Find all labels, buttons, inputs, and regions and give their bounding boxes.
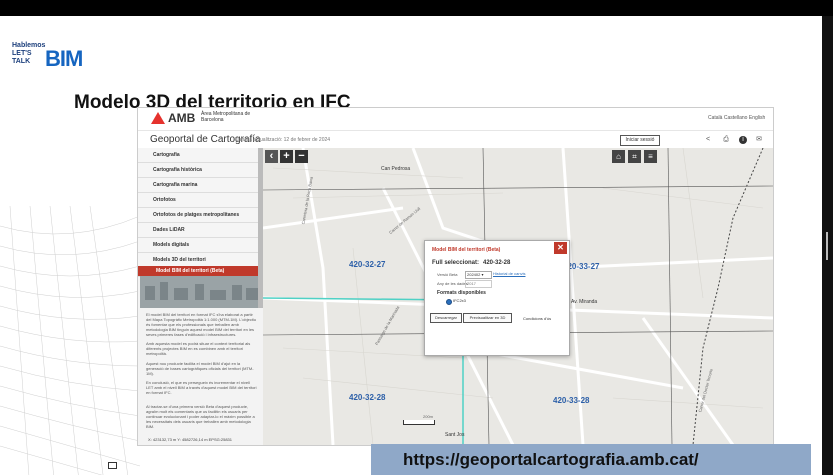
bim-download-dialog: Model BIM del territori (Beta) ✕ Full se… bbox=[424, 240, 570, 356]
logo-line3: TALK bbox=[12, 58, 31, 65]
dialog-title: Model BIM del territori (Beta) bbox=[432, 247, 501, 253]
portal-title-bar: Geoportal de Cartografía Darrera actuali… bbox=[138, 130, 773, 150]
version-select[interactable]: 202402 ▾ bbox=[465, 271, 492, 279]
selected-sheet-label: Full seleccionat: bbox=[432, 260, 480, 266]
description-paragraph: El model BIM del territori en format IFC… bbox=[146, 312, 257, 337]
scale-bar bbox=[403, 420, 435, 425]
sidebar-item-dades-lidar[interactable]: Dades LiDAR bbox=[138, 223, 263, 238]
history-link[interactable]: Historial de canvis bbox=[493, 271, 525, 276]
sidebar-item-ortofotos-platges[interactable]: Ortofotos de platges metropolitanes bbox=[138, 208, 263, 223]
description-paragraph: En conclusió, el que es persegueix és in… bbox=[146, 380, 257, 395]
geoportal-screenshot: AMB Àrea Metropolitana de Barcelona Cata… bbox=[137, 107, 774, 446]
last-update-text: Darrera actualització: 12 de febrer de 2… bbox=[235, 137, 331, 143]
place-label: Av. Miranda bbox=[571, 299, 598, 305]
place-label: Can Pedrosa bbox=[381, 166, 411, 172]
close-button[interactable]: ✕ bbox=[554, 242, 567, 254]
zoom-in-button[interactable]: + bbox=[280, 150, 293, 163]
url-banner: https://geoportalcartografia.amb.cat/ bbox=[371, 444, 811, 475]
terms-of-use-link[interactable]: Condicions d'ús bbox=[523, 316, 551, 321]
hablemos-bim-logo: Hablemos LET'S TALK BIM bbox=[12, 42, 84, 72]
logo-brand: BIM bbox=[45, 46, 83, 71]
print-icon[interactable]: ⎙ bbox=[722, 136, 730, 144]
logo-line2: LET'S bbox=[12, 50, 32, 57]
amb-logo-icon bbox=[151, 112, 165, 124]
wireframe-decoration bbox=[0, 205, 140, 475]
chevron-down-icon: ▾ bbox=[481, 272, 484, 277]
version-label: Versió Beta bbox=[437, 272, 458, 277]
version-select-value: 202402 bbox=[467, 272, 481, 277]
sidebar-item-cartografia-marina[interactable]: Cartografia marina bbox=[138, 178, 263, 193]
format-radio-label: IFC2x3 bbox=[453, 298, 466, 303]
sidebar-item-cartografia-historica[interactable]: Cartografia històrica bbox=[138, 163, 263, 178]
selected-sheet-value: 420-32-28 bbox=[483, 260, 511, 266]
sidebar-item-ortofotos[interactable]: Ortofotos bbox=[138, 193, 263, 208]
crop-icon[interactable]: ⌗ bbox=[628, 150, 641, 163]
tile-label[interactable]: 420-32-28 bbox=[349, 393, 385, 402]
logo-line1: Hablemos bbox=[12, 42, 46, 49]
map-back-button[interactable]: ‹ bbox=[265, 150, 278, 163]
tile-label[interactable]: 420-33-28 bbox=[553, 396, 589, 405]
home-icon[interactable]: ⌂ bbox=[612, 150, 625, 163]
zoom-out-button[interactable]: − bbox=[295, 150, 308, 163]
amb-logo-text: AMB bbox=[168, 111, 196, 125]
layers-icon[interactable]: ≡ bbox=[644, 150, 657, 163]
tile-label[interactable]: 420-32-27 bbox=[349, 260, 385, 269]
info-icon[interactable]: i bbox=[739, 136, 747, 144]
amb-header: AMB Àrea Metropolitana de Barcelona Cata… bbox=[138, 108, 773, 130]
place-label: Sant Jos bbox=[445, 432, 465, 438]
sidebar: Cartografia Cartografia històrica Cartog… bbox=[138, 148, 263, 445]
window-top-bar bbox=[0, 0, 833, 16]
preview-3d-button[interactable]: Previsualitzar en 3D bbox=[463, 313, 512, 323]
coordinates-readout: X: 423132,73 m Y: 4582726,14 m EPSG:2583… bbox=[148, 437, 232, 442]
sidebar-item-models-digitals[interactable]: Models digitals bbox=[138, 238, 263, 253]
sidebar-item-cartografia[interactable]: Cartografia bbox=[138, 148, 263, 163]
portal-url[interactable]: https://geoportalcartografia.amb.cat/ bbox=[403, 450, 699, 470]
model-preview-image bbox=[140, 276, 261, 308]
camera-icon[interactable] bbox=[108, 462, 117, 469]
mail-icon[interactable]: ✉ bbox=[755, 136, 763, 144]
amb-logo-subtitle: Àrea Metropolitana de Barcelona bbox=[201, 111, 251, 123]
description-paragraph: Al tractar-se d'una primera versió Beta … bbox=[146, 404, 255, 429]
year-label: Any de les dades bbox=[437, 281, 468, 286]
language-selector[interactable]: Català Castellano English bbox=[708, 115, 765, 121]
year-field: 2017 bbox=[465, 280, 492, 288]
scale-label: 200m bbox=[423, 414, 434, 419]
download-button[interactable]: Descarregar bbox=[430, 313, 462, 323]
resize-handle[interactable] bbox=[826, 232, 828, 260]
description-paragraph: Amb aquesta model es podrà situar el con… bbox=[146, 341, 251, 356]
formats-title: Formats disponibles bbox=[437, 290, 486, 296]
share-icon[interactable]: < bbox=[704, 136, 712, 144]
format-radio-ifc[interactable] bbox=[446, 299, 452, 305]
login-button[interactable]: Iniciar sessió bbox=[620, 135, 660, 146]
presentation-slide: Hablemos LET'S TALK BIM Modelo 3D del te… bbox=[0, 16, 822, 475]
description-paragraph: Aquest nou producte facilita el model BI… bbox=[146, 361, 254, 376]
